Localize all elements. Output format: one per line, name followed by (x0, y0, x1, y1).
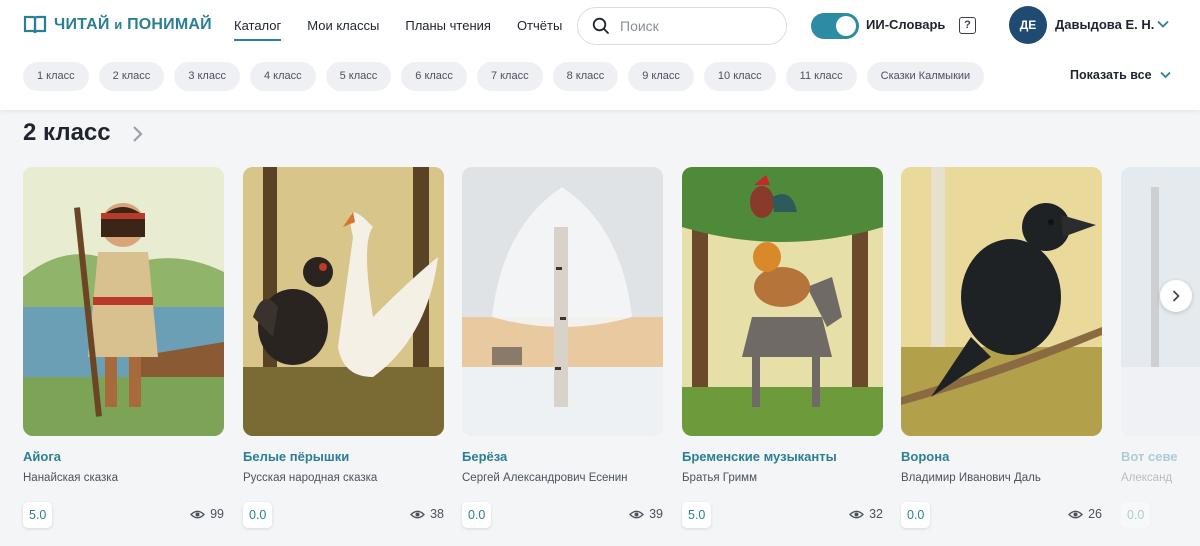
eye-icon (849, 510, 865, 518)
nav-my-classes[interactable]: Мои классы (307, 18, 379, 40)
book-card[interactable]: Берёза Сергей Александрович Есенин 0.0 3… (462, 167, 663, 528)
book-card[interactable]: Белые пёрышки Русская народная сказка 0.… (243, 167, 444, 528)
search-icon (592, 17, 609, 34)
grade-chip[interactable]: 7 класс (476, 62, 543, 91)
chevron-right-icon (1172, 290, 1180, 302)
eye-icon (629, 510, 645, 518)
book-title[interactable]: Вот севе (1121, 449, 1200, 464)
eye-icon (1068, 510, 1084, 518)
view-count: 38 (410, 507, 444, 521)
book-author: Братья Гримм (682, 472, 757, 484)
book-title[interactable]: Белые пёрышки (243, 449, 444, 464)
grade-chip[interactable]: 1 класс (23, 62, 89, 91)
nav-reading-plans[interactable]: Планы чтения (405, 18, 491, 40)
grade-chip[interactable]: 8 класс (552, 62, 619, 91)
rating-badge: 0.0 (901, 502, 931, 528)
eye-icon (190, 510, 206, 518)
book-author: Русская народная сказка (243, 472, 378, 484)
book-author: Владимир Иванович Даль (901, 472, 1041, 484)
chevron-right-icon[interactable] (131, 125, 143, 143)
nav-reports[interactable]: Отчёты (517, 18, 562, 40)
user-name[interactable]: Давыдова Е. Н. (1055, 17, 1154, 32)
book-author: Александ (1121, 472, 1173, 484)
view-count: 39 (629, 507, 663, 521)
grouse-and-swan-illustration (243, 167, 444, 436)
book-card[interactable]: Бременские музыканты Братья Гримм 5.0 32 (682, 167, 883, 528)
carousel-next-button[interactable] (1160, 280, 1192, 312)
rating-badge: 5.0 (682, 502, 712, 528)
book-meta: 0.0 38 (243, 502, 444, 528)
book-meta: 5.0 32 (682, 502, 883, 528)
nav-catalog[interactable]: Каталог (234, 18, 282, 41)
book-author: Сергей Александрович Есенин (462, 472, 628, 484)
book-meta: 0.0 26 (901, 502, 1102, 528)
rating-badge: 0.0 (462, 502, 492, 528)
book-card[interactable]: Айога Нанайская сказка 5.0 99 (23, 167, 224, 528)
book-title[interactable]: Бременские музыканты (682, 449, 883, 464)
grade-chip[interactable]: 6 класс (401, 62, 467, 91)
book-title[interactable]: Айога (23, 449, 224, 464)
view-count: 32 (849, 507, 883, 521)
grade-chip[interactable]: 4 класс (249, 62, 316, 91)
book-cover[interactable] (243, 167, 444, 436)
toggle-knob (836, 16, 856, 36)
view-count-value: 26 (1088, 507, 1102, 521)
book-meta: 5.0 99 (23, 502, 224, 528)
snowy-birch-illustration (462, 167, 663, 436)
search-box[interactable] (577, 7, 787, 45)
show-all-label: Показать все (1070, 68, 1152, 82)
avatar[interactable]: ДЕ (1009, 6, 1047, 44)
grade-chip[interactable]: 10 класс (703, 62, 776, 91)
book-card[interactable]: Вот севе Александ 0.0 (1121, 167, 1200, 528)
main-nav: Каталог Мои классы Планы чтения Отчёты (234, 18, 588, 41)
view-count-value: 39 (649, 507, 663, 521)
section-title[interactable]: 2 класс (23, 119, 111, 147)
book-cover[interactable] (23, 167, 224, 436)
view-count-value: 32 (869, 507, 883, 521)
search-input[interactable] (620, 18, 770, 34)
view-count-value: 99 (210, 507, 224, 521)
eye-icon (410, 510, 426, 518)
grade-chip[interactable]: Сказки Калмыкии (866, 62, 985, 91)
book-title[interactable]: Ворона (901, 449, 1102, 464)
book-meta: 0.0 (1121, 502, 1200, 528)
ai-dictionary-label: ИИ-Словарь (866, 17, 946, 32)
rating-badge: 0.0 (1121, 502, 1151, 528)
grade-chip[interactable]: 3 класс (174, 62, 240, 91)
ai-dictionary-toggle[interactable] (811, 13, 859, 39)
show-all-button[interactable]: Показать все (1070, 68, 1171, 82)
book-author: Нанайская сказка (23, 472, 118, 484)
grade-chip[interactable]: 11 класс (785, 62, 857, 91)
book-logo-icon (23, 15, 47, 34)
chevron-down-icon (1159, 71, 1171, 79)
view-count-value: 38 (430, 507, 444, 521)
chevron-down-icon[interactable] (1157, 20, 1169, 28)
grade-chip[interactable]: 2 класс (98, 62, 165, 91)
grade-chip[interactable]: 5 класс (325, 62, 392, 91)
view-count: 99 (190, 507, 224, 521)
rating-badge: 0.0 (243, 502, 273, 528)
grade-chip[interactable]: 9 класс (628, 62, 694, 91)
logo-text: ЧИТАЙ и ПОНИМАЙ (54, 16, 212, 33)
book-cover[interactable] (682, 167, 883, 436)
book-title[interactable]: Берёза (462, 449, 663, 464)
town-musicians-illustration (682, 167, 883, 436)
help-icon[interactable]: ? (959, 17, 976, 34)
book-meta: 0.0 39 (462, 502, 663, 528)
girl-with-oar-illustration (23, 167, 224, 436)
rating-badge: 5.0 (23, 502, 53, 528)
book-cover[interactable] (462, 167, 663, 436)
top-header: ЧИТАЙ и ПОНИМАЙ Каталог Мои классы Планы… (0, 0, 1200, 110)
book-card[interactable]: Ворона Владимир Иванович Даль 0.0 26 (901, 167, 1102, 528)
logo[interactable]: ЧИТАЙ и ПОНИМАЙ (23, 14, 212, 36)
crow-illustration (901, 167, 1102, 436)
book-cover[interactable] (901, 167, 1102, 436)
view-count: 26 (1068, 507, 1102, 521)
grade-filter: 1 класс 2 класс 3 класс 4 класс 5 класс … (23, 62, 994, 91)
